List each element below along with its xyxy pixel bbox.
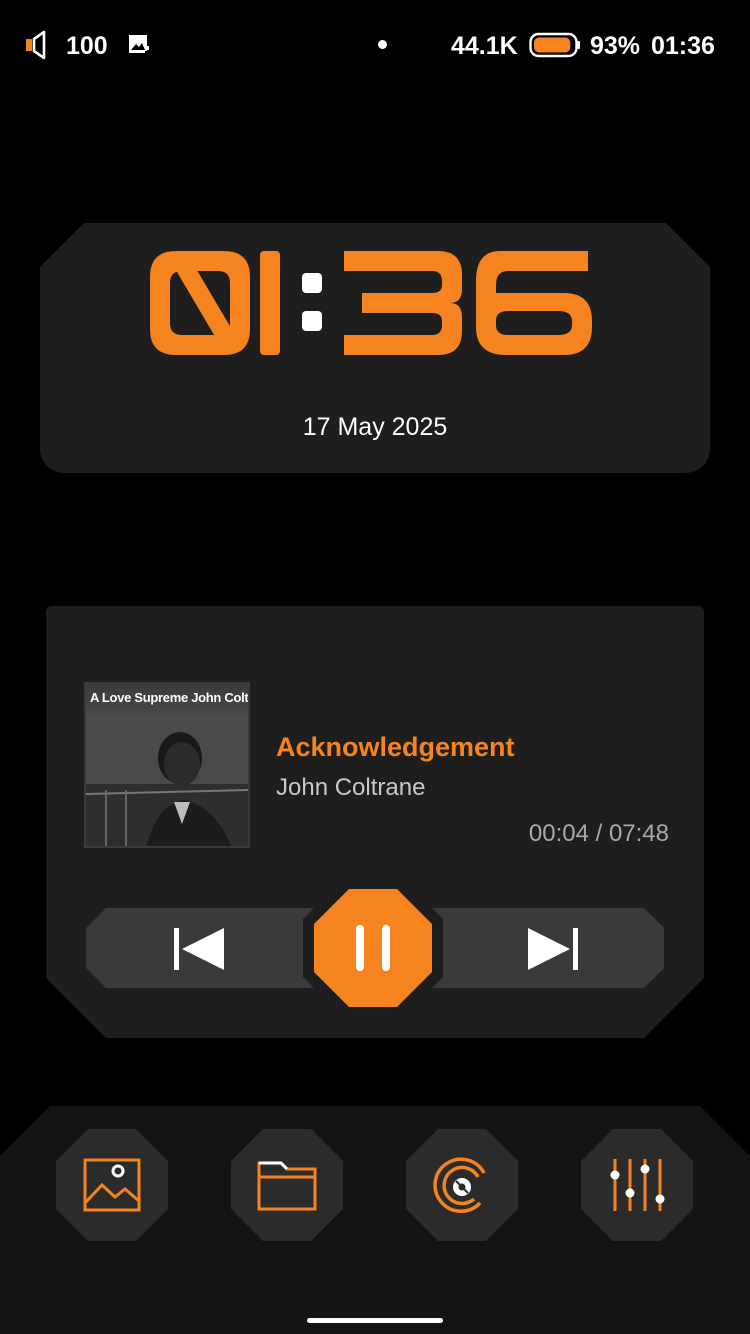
equalizer-button[interactable] [581, 1129, 693, 1241]
sample-rate: 44.1K [451, 32, 518, 60]
skip-previous-icon[interactable] [168, 926, 230, 972]
gallery-icon [83, 1158, 141, 1212]
notification-dot [378, 40, 387, 49]
clock-widget: 01 36 17 May 2025 [40, 223, 710, 473]
pause-button[interactable] [314, 889, 432, 1007]
folder-icon [257, 1161, 317, 1211]
album-art[interactable]: A Love Supreme John Coltrane [84, 682, 250, 848]
status-bar: 100 44.1K 93% 01:36 [0, 0, 750, 92]
volume-icon [26, 30, 46, 60]
equalizer-icon [610, 1159, 665, 1211]
home-indicator[interactable] [307, 1318, 443, 1323]
skip-next-icon[interactable] [522, 926, 584, 972]
album-photo [86, 714, 248, 846]
folder-button[interactable] [231, 1129, 343, 1241]
big-clock-display: 01 36 [150, 251, 592, 355]
player-card: A Love Supreme John Coltrane Acknowledge… [46, 606, 704, 1038]
status-time: 01:36 [651, 32, 715, 60]
battery-percent: 93% [590, 32, 641, 60]
volume-level: 100 [66, 32, 108, 60]
track-title: Acknowledgement [276, 732, 515, 762]
album-title: A Love Supreme John Coltrane [90, 690, 249, 705]
battery-icon [529, 32, 580, 58]
clock-date: 17 May 2025 [302, 413, 448, 441]
track-artist: John Coltrane [276, 774, 426, 801]
pause-icon [356, 925, 364, 971]
pause-icon-bar [382, 925, 390, 971]
gallery-button[interactable] [56, 1129, 168, 1241]
image-icon [129, 35, 149, 55]
vinyl-icon [433, 1157, 486, 1213]
vinyl-button[interactable] [406, 1129, 518, 1241]
track-time: 00:04 / 07:48 [528, 820, 669, 847]
